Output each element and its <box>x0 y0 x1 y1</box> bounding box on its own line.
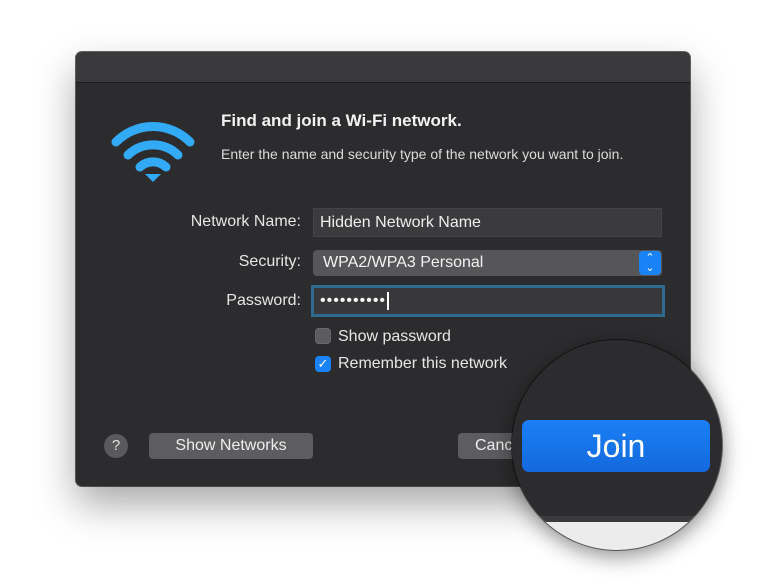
magnifier-dialog-edge <box>512 516 722 550</box>
password-field[interactable]: •••••••••• <box>311 285 665 317</box>
remember-network-checkbox[interactable]: ✓ <box>315 356 331 372</box>
show-networks-button[interactable]: Show Networks <box>149 433 313 459</box>
security-select[interactable]: WPA2/WPA3 Personal ⌃ ⌄ <box>313 250 662 276</box>
zoom-magnifier: Join <box>512 340 722 550</box>
dialog-titlebar <box>76 52 690 83</box>
show-password-label: Show password <box>338 328 451 345</box>
network-name-field[interactable]: Hidden Network Name <box>313 208 662 237</box>
wifi-icon <box>111 122 195 182</box>
network-name-label: Network Name: <box>190 213 301 230</box>
checkmark-icon: ✓ <box>317 356 329 371</box>
dialog-description: Enter the name and security type of the … <box>221 146 624 162</box>
join-button[interactable]: Join <box>522 420 710 472</box>
password-label: Password: <box>226 292 301 309</box>
password-value: •••••••••• <box>320 292 387 309</box>
remember-network-label: Remember this network <box>338 355 507 372</box>
dialog-title: Find and join a Wi-Fi network. <box>221 111 462 130</box>
security-label: Security: <box>238 253 301 270</box>
text-caret <box>387 291 390 310</box>
help-button[interactable]: ? <box>104 434 128 458</box>
show-password-checkbox[interactable] <box>315 328 331 344</box>
up-down-chevron-icon: ⌃ ⌄ <box>639 251 661 275</box>
security-select-value: WPA2/WPA3 Personal <box>323 254 484 271</box>
